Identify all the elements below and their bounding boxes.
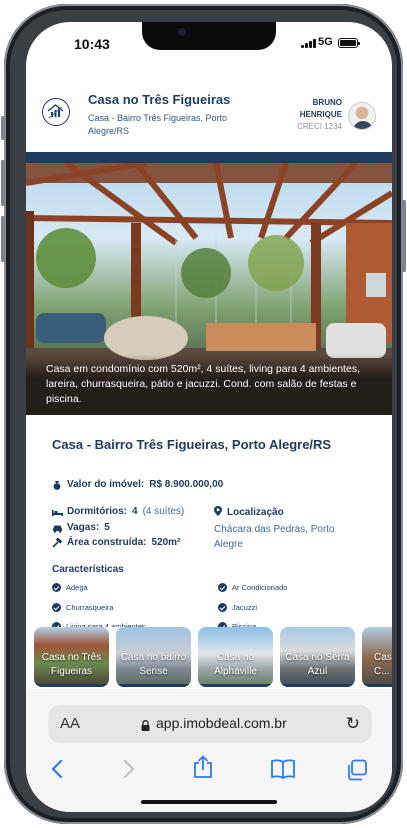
agent-avatar[interactable] [348, 102, 376, 130]
front-camera-icon [178, 28, 186, 36]
battery-icon [338, 38, 360, 48]
share-icon[interactable] [192, 755, 214, 785]
check-icon [218, 583, 227, 592]
agent-name: BRUNO HENRIQUE [299, 98, 342, 119]
phone-frame: 10:43 5G Casa no Três Figueiras Casa - B… [1, 4, 406, 824]
hero-photo[interactable]: Casa em condomínio com 520m², 4 suítes, … [26, 163, 392, 415]
page-title: Casa no Três Figueiras [88, 92, 231, 107]
bookmarks-icon[interactable] [270, 759, 296, 785]
page-subtitle: Casa - Bairro Três Figueiras, Porto Aleg… [88, 113, 228, 136]
mute-switch [1, 116, 5, 140]
car-icon [52, 523, 62, 533]
screen: 10:43 5G Casa no Três Figueiras Casa - B… [26, 22, 392, 812]
parking-value: 5 [104, 522, 110, 533]
price-label: Valor do imóvel: [67, 479, 145, 490]
url-text[interactable]: app.imobdeal.com.br [156, 715, 287, 731]
header-divider [26, 152, 392, 163]
related-card[interactable]: Casa no Alphaville [198, 627, 273, 687]
bedrooms-label: Dormitórios: [67, 506, 127, 517]
bedrooms-row: Dormitórios: 4 (4 suítes) [52, 506, 184, 517]
volume-up-button [1, 160, 5, 206]
back-icon[interactable] [50, 759, 64, 785]
hero-caption: Casa em condomínio com 520m², 4 suítes, … [26, 354, 392, 415]
volume-down-button [1, 216, 5, 262]
notch [142, 22, 276, 50]
related-card[interactable]: Casa no b... C... [362, 627, 392, 687]
parking-label: Vagas: [67, 522, 100, 533]
status-time: 10:43 [74, 36, 110, 52]
related-card[interactable]: Casa no Três Figueiras [34, 627, 109, 687]
bedrooms-value: 4 [132, 506, 138, 517]
lock-icon [141, 718, 150, 731]
money-bag-icon [52, 480, 62, 490]
check-icon [52, 583, 61, 592]
details-heading: Casa - Bairro Três Figueiras, Porto Aleg… [52, 437, 332, 452]
location-label: Localização [227, 507, 284, 518]
network-type: 5G [318, 36, 333, 48]
map-pin-icon [214, 506, 222, 519]
house-chart-logo-icon [42, 98, 70, 126]
listing-header: Casa no Três Figueiras Casa - Bairro Trê… [26, 64, 392, 152]
address-bar[interactable]: AA app.imobdeal.com.br ↻ [48, 705, 372, 743]
related-card[interactable]: Casa no bairro Sense [116, 627, 191, 687]
location-title: Localização [214, 506, 284, 519]
tabs-icon[interactable] [346, 759, 368, 787]
listing-details: Casa - Bairro Três Figueiras, Porto Aleg… [26, 415, 392, 631]
safari-toolbar: AA app.imobdeal.com.br ↻ [26, 689, 392, 812]
forward-icon[interactable] [122, 759, 136, 785]
feature-item: Adega [52, 583, 88, 592]
signal-icon [301, 39, 317, 48]
features-title: Características [52, 564, 124, 575]
check-icon [218, 603, 227, 612]
feature-item: Ar Condicionado [218, 583, 287, 592]
area-value: 520m² [151, 537, 181, 548]
reload-icon[interactable]: ↻ [346, 714, 360, 734]
price-value: R$ 8.900.000,00 [149, 479, 224, 490]
related-card[interactable]: Casa no Serra Azul [280, 627, 355, 687]
hammer-icon [52, 536, 63, 548]
feature-item: Jacuzzi [218, 603, 257, 612]
agent-creci: CRECI 1234 [297, 122, 342, 131]
area-row: Área construída: 520m² [52, 536, 181, 548]
bed-icon [52, 507, 63, 517]
price-row: Valor do imóvel: R$ 8.900.000,00 [52, 479, 223, 490]
feature-item: Churrasqueira [52, 603, 114, 612]
check-icon [52, 603, 61, 612]
related-listings-carousel[interactable]: Casa no Três Figueiras Casa no bairro Se… [26, 627, 392, 689]
parking-row: Vagas: 5 [52, 522, 110, 533]
home-indicator[interactable] [141, 800, 277, 804]
text-size-button[interactable]: AA [60, 715, 80, 732]
location-value: Chácara das Pedras, Porto Alegre [214, 524, 335, 550]
bedrooms-extra: (4 suítes) [142, 506, 185, 517]
power-button [402, 200, 406, 272]
area-label: Área construída: [67, 537, 147, 548]
